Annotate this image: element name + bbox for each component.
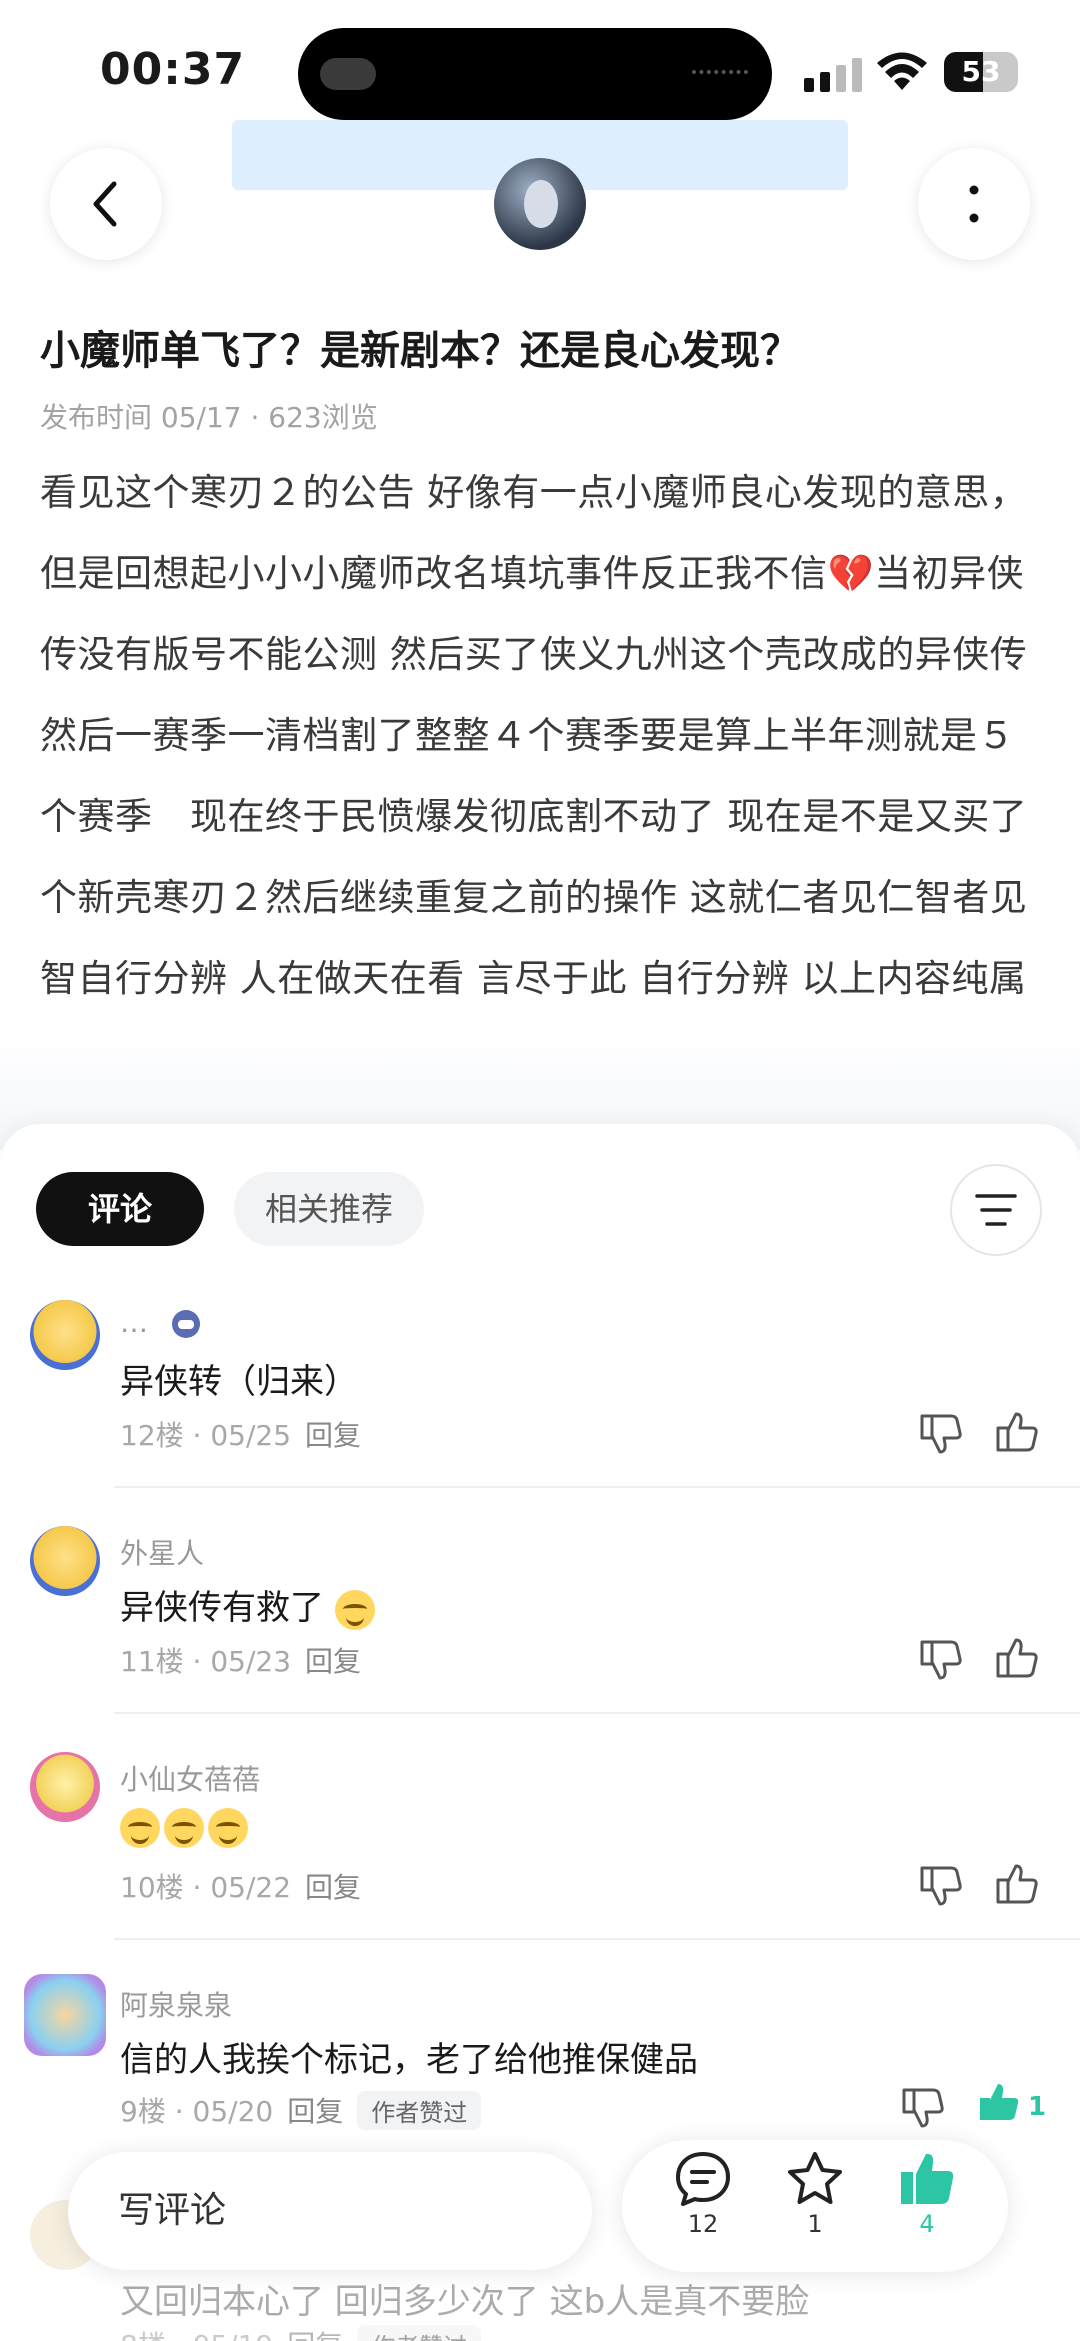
commenter-name[interactable]: 小仙女蓓蓓 — [120, 1758, 260, 1798]
comment-floor: 8楼 · 05/19 — [120, 2329, 273, 2341]
thumbs-down-icon[interactable] — [918, 1862, 964, 1908]
comment-floor: 10楼 · 05/22 — [120, 1871, 292, 1904]
action-bar: 12 1 4 — [622, 2140, 1008, 2272]
favorite-button[interactable]: 1 — [770, 2150, 860, 2238]
island-dots — [692, 70, 748, 76]
comment-text: 异侠传有救了 — [120, 1580, 379, 1630]
smile-emoji-icon — [120, 1807, 160, 1848]
commenter-name[interactable]: 阿泉泉泉 — [120, 1984, 232, 2024]
reply-button[interactable]: 回复 — [287, 2329, 343, 2341]
thumbs-up-icon[interactable] — [994, 1862, 1040, 1908]
commenter-name-text: … — [120, 1306, 148, 1339]
comment-text: 信的人我挨个标记，老了给他推保健品 — [120, 2040, 698, 2080]
comment-meta: 9楼 · 05/20 回复 作者赞过 — [120, 2090, 482, 2130]
comment-input-bar[interactable]: 写评论 — [68, 2152, 592, 2270]
comment-count-button[interactable]: 12 — [658, 2150, 748, 2238]
comment-divider — [114, 1938, 1080, 1940]
comment-text — [120, 1806, 252, 1848]
comment-meta: 8楼 · 05/19 回复 作者赞过 — [120, 2324, 482, 2341]
comment-bubble-icon — [676, 2152, 730, 2206]
comment-text-content: 异侠传有救了 — [120, 1588, 324, 1628]
smile-emoji-icon — [334, 1589, 375, 1630]
wifi-icon — [877, 52, 927, 90]
reply-button[interactable]: 回复 — [287, 2095, 343, 2128]
comment-meta: 12楼 · 05/25 回复 — [120, 1414, 361, 1454]
thumbs-up-filled-icon — [901, 2153, 954, 2204]
comment-divider — [114, 1486, 1080, 1488]
commenter-name[interactable]: … — [120, 1306, 201, 1339]
thumbs-up-icon[interactable] — [976, 2080, 1022, 2126]
smile-emoji-icon — [208, 1807, 248, 1848]
comment-text: 又回归本心了 回归多少次了 这b人是真不要脸 — [120, 2282, 810, 2322]
tab-comments[interactable]: 评论 12 — [36, 1172, 204, 1302]
author-liked-badge: 作者赞过 — [357, 2325, 482, 2341]
reply-button[interactable]: 回复 — [305, 1645, 361, 1678]
star-icon — [788, 2152, 842, 2204]
like-button[interactable]: 4 — [882, 2150, 972, 2238]
like-count: 4 — [919, 2210, 935, 2238]
more-vertical-icon — [969, 185, 979, 223]
dynamic-island — [298, 28, 772, 120]
comment-count: 12 — [687, 2210, 719, 2238]
reply-button[interactable]: 回复 — [305, 1419, 361, 1452]
comment-meta: 11楼 · 05/23 回复 — [120, 1640, 361, 1680]
back-arrow-icon — [93, 181, 117, 227]
tab-related[interactable]: 相关推荐 — [234, 1172, 424, 1246]
comment-input[interactable]: 写评论 — [118, 2152, 226, 2270]
author-avatar[interactable] — [494, 158, 586, 250]
commenter-name[interactable]: 外星人 — [120, 1532, 204, 1572]
post-body: 看见这个寒刃２的公告 好像有一点小魔师良心发现的意思，但是回想起小小小魔师改名填… — [40, 471, 1028, 1081]
battery-level-text: 53 — [961, 55, 1001, 88]
smile-emoji-icon — [164, 1807, 204, 1848]
sort-icon — [975, 1194, 1017, 1226]
thumbs-up-icon[interactable] — [994, 1636, 1040, 1682]
thumbs-up-icon[interactable] — [994, 1410, 1040, 1456]
post-title: 小魔师单飞了？是新剧本？还是良心发现？ — [40, 328, 800, 374]
cellular-signal-icon — [804, 58, 862, 92]
comment-floor: 11楼 · 05/23 — [120, 1645, 292, 1678]
favorite-count: 1 — [807, 2210, 823, 2238]
commenter-avatar[interactable] — [24, 1974, 106, 2056]
thumbs-down-icon[interactable] — [900, 2084, 946, 2130]
back-button[interactable] — [50, 148, 162, 260]
comment-floor: 12楼 · 05/25 — [120, 1419, 292, 1452]
commenter-avatar[interactable] — [30, 1526, 100, 1596]
post-meta: 发布时间 05/17 · 623浏览 — [40, 401, 378, 434]
reply-button[interactable]: 回复 — [305, 1871, 361, 1904]
comment-floor: 9楼 · 05/20 — [120, 2095, 274, 2128]
more-button[interactable] — [918, 148, 1030, 260]
battery-indicator: 53 — [944, 52, 1018, 92]
thumbs-down-icon[interactable] — [918, 1636, 964, 1682]
commenter-avatar[interactable] — [30, 1752, 100, 1822]
comment-meta: 10楼 · 05/22 回复 — [120, 1866, 361, 1906]
sort-button[interactable] — [950, 1164, 1042, 1256]
status-time: 00:37 — [100, 44, 246, 95]
comment-text: 异侠转（归来） — [120, 1362, 358, 1402]
comment-like-count: 1 — [1028, 2092, 1047, 2122]
author-liked-badge: 作者赞过 — [357, 2091, 482, 2130]
thumbs-down-icon[interactable] — [918, 1410, 964, 1456]
dev-badge-icon — [171, 1310, 200, 1338]
comment-divider — [114, 1712, 1080, 1714]
island-activity-icon — [320, 58, 376, 90]
commenter-avatar[interactable] — [30, 1300, 100, 1370]
